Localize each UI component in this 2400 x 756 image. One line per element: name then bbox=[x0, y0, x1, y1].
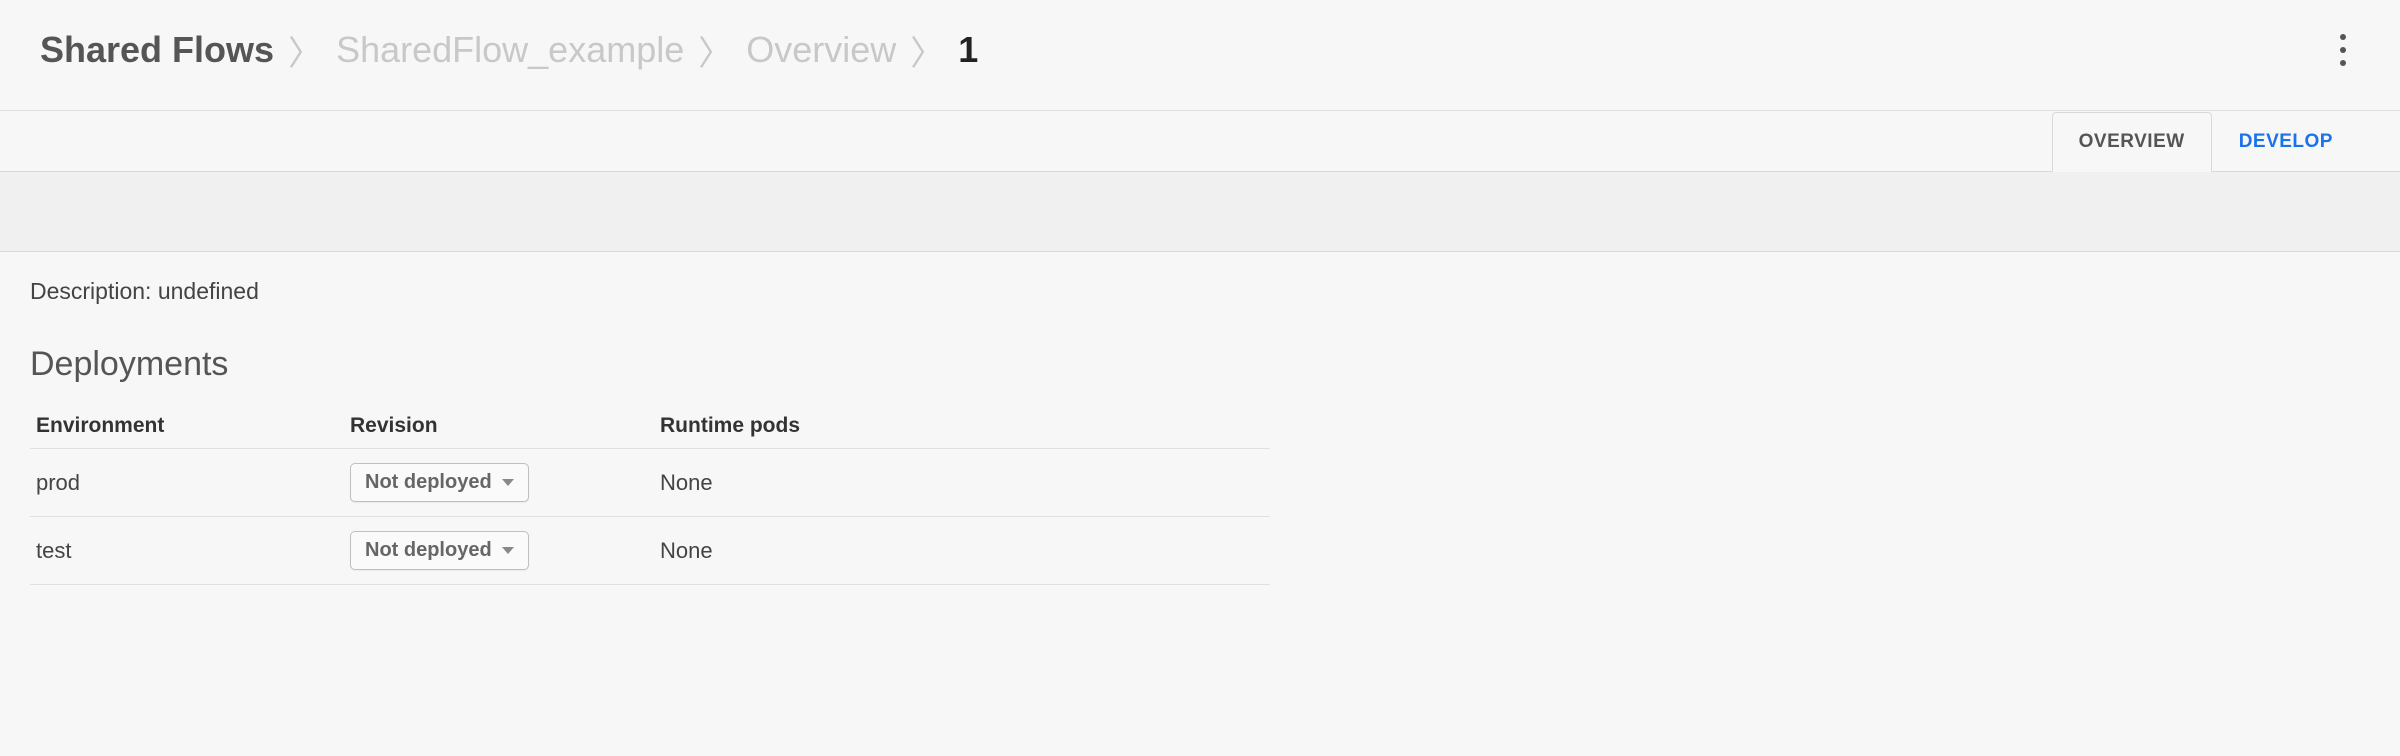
deployments-title: Deployments bbox=[30, 345, 2370, 384]
content-area: Description: undefined Deployments Envir… bbox=[0, 252, 2400, 611]
breadcrumb: Shared Flows 〉 SharedFlow_example 〉 Over… bbox=[40, 26, 978, 75]
table-header: Environment Revision Runtime pods bbox=[30, 404, 1270, 449]
cell-environment: test bbox=[30, 538, 350, 564]
caret-down-icon bbox=[502, 479, 514, 486]
tab-overview[interactable]: OVERVIEW bbox=[2052, 112, 2212, 172]
revision-dropdown[interactable]: Not deployed bbox=[350, 463, 529, 502]
table-row: prod Not deployed None bbox=[30, 449, 1270, 517]
tabs-bar: OVERVIEW DEVELOP bbox=[0, 111, 2400, 172]
chevron-right-icon: 〉 bbox=[288, 26, 322, 75]
breadcrumb-item-overview[interactable]: Overview bbox=[746, 29, 896, 71]
revision-dropdown[interactable]: Not deployed bbox=[350, 531, 529, 570]
description-value: undefined bbox=[158, 278, 259, 304]
col-header-runtime: Runtime pods bbox=[660, 414, 1270, 438]
col-header-revision: Revision bbox=[350, 414, 660, 438]
sub-toolbar bbox=[0, 172, 2400, 252]
breadcrumb-root[interactable]: Shared Flows bbox=[40, 29, 274, 71]
tab-develop[interactable]: DEVELOP bbox=[2212, 112, 2360, 172]
revision-label: Not deployed bbox=[365, 471, 492, 494]
table-row: test Not deployed None bbox=[30, 517, 1270, 585]
deployments-table: Environment Revision Runtime pods prod N… bbox=[30, 404, 1270, 585]
revision-label: Not deployed bbox=[365, 539, 492, 562]
cell-runtime-pods: None bbox=[660, 538, 1270, 564]
cell-environment: prod bbox=[30, 470, 350, 496]
breadcrumb-current: 1 bbox=[958, 29, 978, 71]
caret-down-icon bbox=[502, 547, 514, 554]
page-header: Shared Flows 〉 SharedFlow_example 〉 Over… bbox=[0, 0, 2400, 111]
chevron-right-icon: 〉 bbox=[910, 26, 944, 75]
breadcrumb-item-flow[interactable]: SharedFlow_example bbox=[336, 29, 684, 71]
chevron-right-icon: 〉 bbox=[698, 26, 732, 75]
description-label: Description: bbox=[30, 278, 151, 304]
col-header-environment: Environment bbox=[30, 414, 350, 438]
more-vert-icon[interactable] bbox=[2326, 20, 2360, 80]
description-line: Description: undefined bbox=[30, 278, 2370, 305]
cell-runtime-pods: None bbox=[660, 470, 1270, 496]
